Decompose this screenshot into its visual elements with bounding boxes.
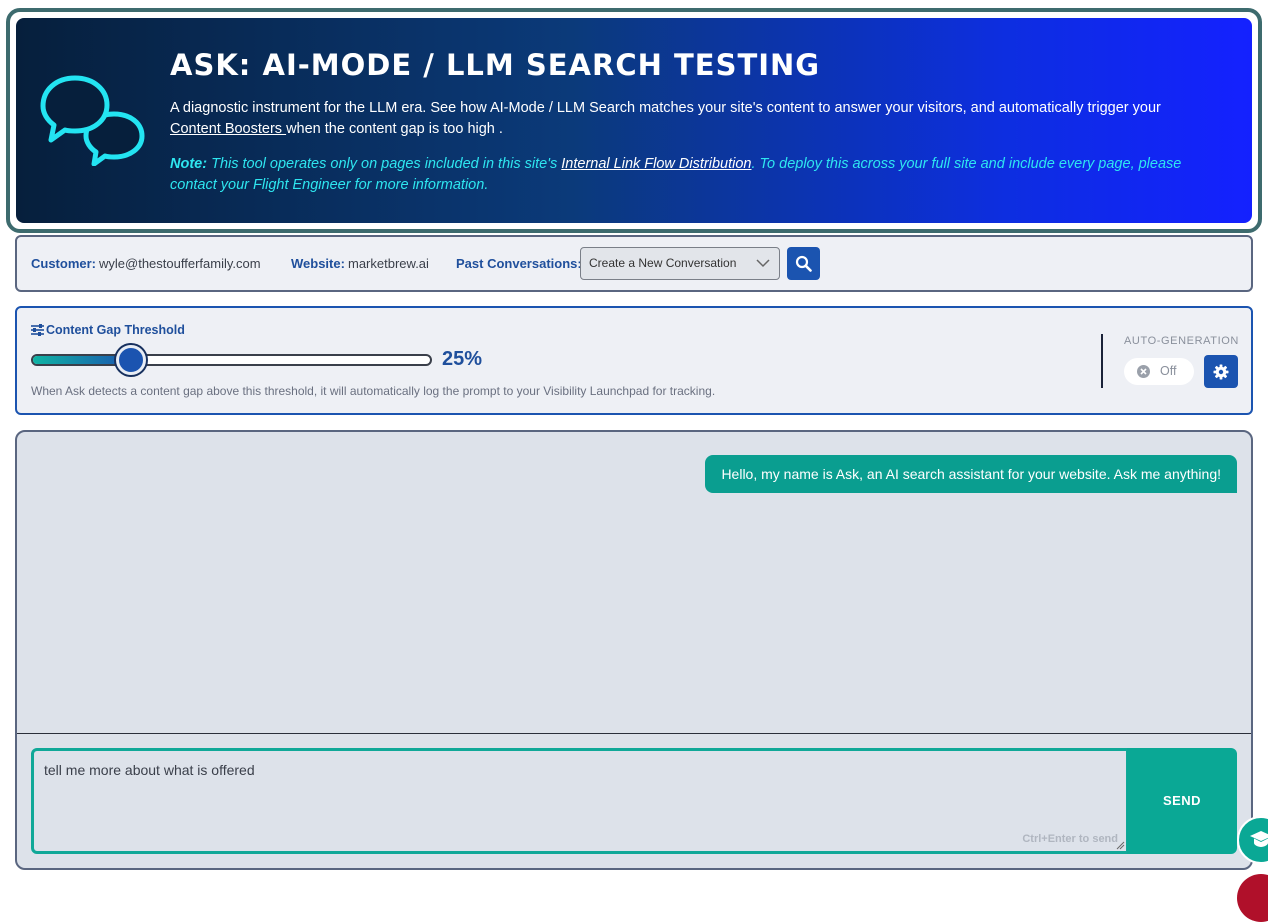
website-value: marketbrew.ai (348, 256, 429, 271)
threshold-slider-track[interactable] (31, 354, 432, 366)
past-conversations-label: Past Conversations: (456, 256, 582, 271)
content-gap-threshold-panel: Content Gap Threshold 25% When Ask detec… (15, 306, 1253, 415)
note-label: Note: (170, 156, 208, 172)
gear-icon (1213, 364, 1229, 380)
close-circle-icon (1137, 365, 1150, 378)
conversation-select[interactable]: Create a New Conversation (580, 247, 780, 280)
banner-desc-text: A diagnostic instrument for the LLM era.… (170, 100, 1161, 116)
threshold-help-text: When Ask detects a content gap above thi… (31, 384, 716, 398)
customer-label: Customer: (31, 256, 97, 271)
help-button[interactable] (1237, 874, 1268, 922)
threshold-title-text: Content Gap Threshold (46, 323, 185, 337)
header-banner-frame: Ask: AI-Mode / LLM Search Testing A diag… (6, 8, 1262, 233)
header-banner: Ask: AI-Mode / LLM Search Testing A diag… (16, 18, 1252, 223)
threshold-title: Content Gap Threshold (31, 323, 185, 337)
auto-generation-state: Off (1160, 364, 1177, 378)
banner-desc-text-end: when the content gap is too high . (286, 121, 503, 137)
search-button[interactable] (787, 247, 820, 280)
threshold-value: 25% (442, 348, 483, 370)
threshold-slider-handle[interactable] (116, 345, 147, 375)
conversation-select-value: Create a New Conversation (589, 256, 737, 270)
auto-generation-toggle[interactable]: Off (1124, 358, 1194, 385)
auto-generation-label: AUTO-GENERATION (1124, 335, 1239, 347)
chevron-down-icon (756, 259, 770, 268)
customer-bar: Customer: wyle@thestoufferfamily.com Web… (15, 235, 1253, 292)
auto-generation-settings-button[interactable] (1204, 355, 1238, 388)
graduation-cap-icon (1250, 831, 1268, 847)
chat-log[interactable]: Hello, my name is Ask, an AI search assi… (17, 432, 1251, 734)
banner-note: Note: This tool operates only on pages i… (170, 154, 1230, 196)
message-input[interactable] (34, 751, 1126, 851)
assistant-message: Hello, my name is Ask, an AI search assi… (705, 455, 1237, 493)
page-title: Ask: AI-Mode / LLM Search Testing (170, 48, 821, 82)
customer-value: wyle@thestoufferfamily.com (99, 256, 261, 271)
resize-grip-icon[interactable] (1115, 840, 1125, 850)
chat-panel: Hello, my name is Ask, an AI search assi… (15, 430, 1253, 870)
chat-bubbles-icon (40, 75, 145, 166)
search-icon (795, 255, 812, 272)
internal-link-flow-link[interactable]: Internal Link Flow Distribution (561, 156, 751, 172)
website-label: Website: (291, 256, 345, 271)
vertical-divider (1101, 334, 1103, 388)
message-input-box: Ctrl+Enter to send (31, 748, 1129, 854)
send-button[interactable]: SEND (1127, 748, 1237, 854)
content-boosters-link[interactable]: Content Boosters (170, 121, 286, 137)
note-text: This tool operates only on pages include… (207, 156, 562, 172)
banner-description: A diagnostic instrument for the LLM era.… (170, 98, 1210, 140)
sliders-icon (31, 324, 44, 336)
send-shortcut-hint: Ctrl+Enter to send (1022, 833, 1118, 845)
